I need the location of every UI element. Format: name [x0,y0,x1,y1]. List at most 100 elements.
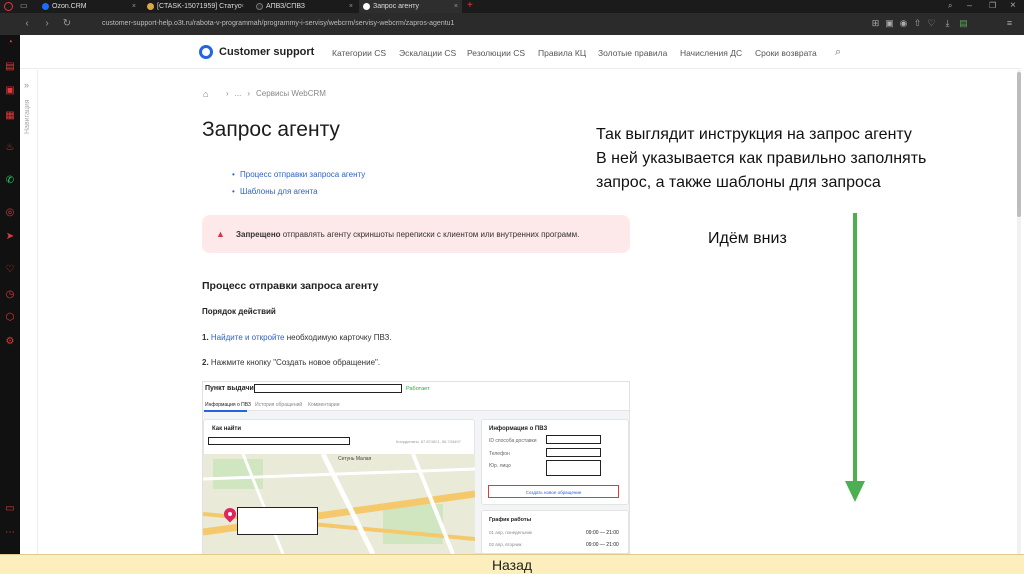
step-text: необходимую карточку ПВЗ. [284,333,392,342]
step-number: 1. [202,333,209,342]
search-icon[interactable]: ⌕ [835,46,847,58]
shot-schedule-time: 09:00 — 21:00 [586,530,619,536]
shot-tab: Комментарии [308,402,340,408]
back-button[interactable]: Назад [0,557,1024,574]
browser-tab[interactable]: Ozon.CRM × [38,0,140,13]
tabs-menu-icon[interactable]: ▭ [20,1,28,10]
easy-setup-icon[interactable]: ≡ [1004,18,1015,29]
history-icon[interactable]: ◷ [4,289,16,301]
shot-schedule-day: 01 апр, понедельник [489,530,532,535]
scroll-thumb[interactable] [1017,72,1021,217]
nav-link[interactable]: Эскалации CS [399,47,456,59]
section-heading: Процесс отправки запроса агенту [202,280,379,292]
rail-label[interactable]: Навигация [24,99,31,134]
shot-info-title: Информация о ПВЗ [489,426,548,432]
step-link[interactable]: Найдите и откройте [211,333,285,342]
tab-favicon-icon [42,3,49,10]
shot-find-title: Как найти [212,426,242,432]
navigation-rail [20,70,38,554]
map-pin-dot [228,512,232,516]
shot-header-title: Пункт выдачи: [205,385,257,392]
search-tabs-icon[interactable]: ⌕ [948,1,952,11]
reload-icon[interactable]: ↻ [60,17,74,31]
settings-gear-icon[interactable]: ⚙ [4,336,16,348]
tinder-icon[interactable]: ♨ [4,142,16,154]
tab-title: Запрос агенту [373,3,419,10]
redacted-box [546,435,601,444]
warning-icon: ▲ [216,229,225,239]
vpn-icon[interactable]: ▤ [958,18,969,29]
annotation-line: Так выглядит инструкция на запрос агенту [596,126,912,143]
down-arrow-shaft [853,213,857,483]
whatsapp-icon[interactable]: ✆ [4,175,16,187]
translate-icon[interactable]: ⊞ [870,18,881,29]
shot-map [203,454,475,554]
rail-label-wrap: Навигация [22,99,36,140]
toc-link[interactable]: Шаблоны для агента [232,186,318,197]
heart-icon[interactable]: ♡ [4,264,16,276]
browser-tab[interactable]: АПВЗ/СПВЗ × [252,0,357,13]
browser-tab-active[interactable]: Запрос агенту × [359,0,462,13]
tab-close-icon[interactable]: × [454,0,458,13]
shot-info-field: Телефон [489,451,510,457]
nav-link[interactable]: Резолюции CS [467,47,525,59]
send-icon[interactable]: ➤ [4,231,16,243]
breadcrumb: ›... › Сервисы WebCRM [220,89,326,98]
order-heading: Порядок действий [202,307,276,316]
twitch-icon[interactable]: ▣ [4,85,16,97]
redacted-box [237,507,318,535]
shot-tab-underline [204,410,247,412]
shot-info-field: ID способа доставки [489,438,537,444]
opera-logo-icon[interactable] [4,2,13,11]
page-title: Запрос агенту [202,118,340,141]
tab-favicon-icon [147,3,154,10]
tab-close-icon[interactable]: × [240,0,244,13]
tab-title: АПВЗ/СПВЗ [266,3,305,10]
scroll-down-label: Идём вниз [708,230,787,247]
expand-chevrons-icon[interactable]: » [24,80,29,90]
tab-close-icon[interactable]: × [349,0,353,13]
down-arrow-icon [845,481,865,502]
url-input[interactable]: customer-support-help.o3t.ru/rabota-v-pr… [82,16,862,32]
brand-logo-icon[interactable] [199,45,213,59]
window-close-icon[interactable]: × [1010,0,1016,12]
news-icon[interactable]: ▦ [4,110,16,122]
toc-link[interactable]: Процесс отправки запроса агенту [232,169,365,180]
browser-tab[interactable]: [CTASK-15071959] Статус × [143,0,248,13]
nav-link[interactable]: Правила КЦ [538,47,586,59]
breadcrumb-item[interactable]: ... [235,89,242,98]
tab-close-icon[interactable]: × [132,0,136,13]
home-icon[interactable]: ⌂ [203,89,208,99]
player-icon[interactable]: ◎ [4,207,16,219]
tab-favicon-icon [363,3,370,10]
camera-icon[interactable]: ◉ [898,18,909,29]
maximize-icon[interactable]: ❐ [989,1,996,10]
shot-schedule-time: 09:00 — 21:00 [586,542,619,548]
shopping-bag-icon[interactable]: ▤ [4,61,16,73]
forward-arrow-icon[interactable]: › [40,17,54,31]
map-street-label: Сетунь Малая [338,456,372,462]
step-number: 2. [202,358,209,367]
nav-link[interactable]: Сроки возврата [755,47,817,59]
nav-link[interactable]: Начисления ДС [680,47,742,59]
minimize-icon[interactable]: – [967,0,972,10]
redacted-box [208,437,350,445]
nav-link[interactable]: Золотые правила [598,47,667,59]
new-tab-icon[interactable]: + [467,0,473,12]
sidebar-setup-icon[interactable]: ▭ [4,503,16,515]
back-arrow-icon[interactable]: ‹ [20,17,34,31]
breadcrumb-item[interactable]: Сервисы WebCRM [256,89,326,98]
snapshot-icon[interactable]: ▣ [884,18,895,29]
bookmark-heart-icon[interactable]: ♡ [926,18,937,29]
download-icon[interactable]: ⤓ [942,18,953,29]
box-icon[interactable]: ⬡ [4,312,16,324]
more-icon[interactable]: ⋯ [4,527,16,539]
nav-link[interactable]: Категории CS [332,47,386,59]
shot-tab: История обращений [255,402,303,408]
brand-name[interactable]: Customer support [219,45,314,59]
share-icon[interactable]: ⇧ [912,18,923,29]
annotation-text: Так выглядит инструкция на запрос агенту… [596,123,1006,195]
annotation-line: В ней указывается как правильно заполнят… [596,150,927,167]
tab-title: [CTASK-15071959] Статус [157,3,242,10]
speed-dial-icon[interactable]: ◔ [4,37,16,49]
